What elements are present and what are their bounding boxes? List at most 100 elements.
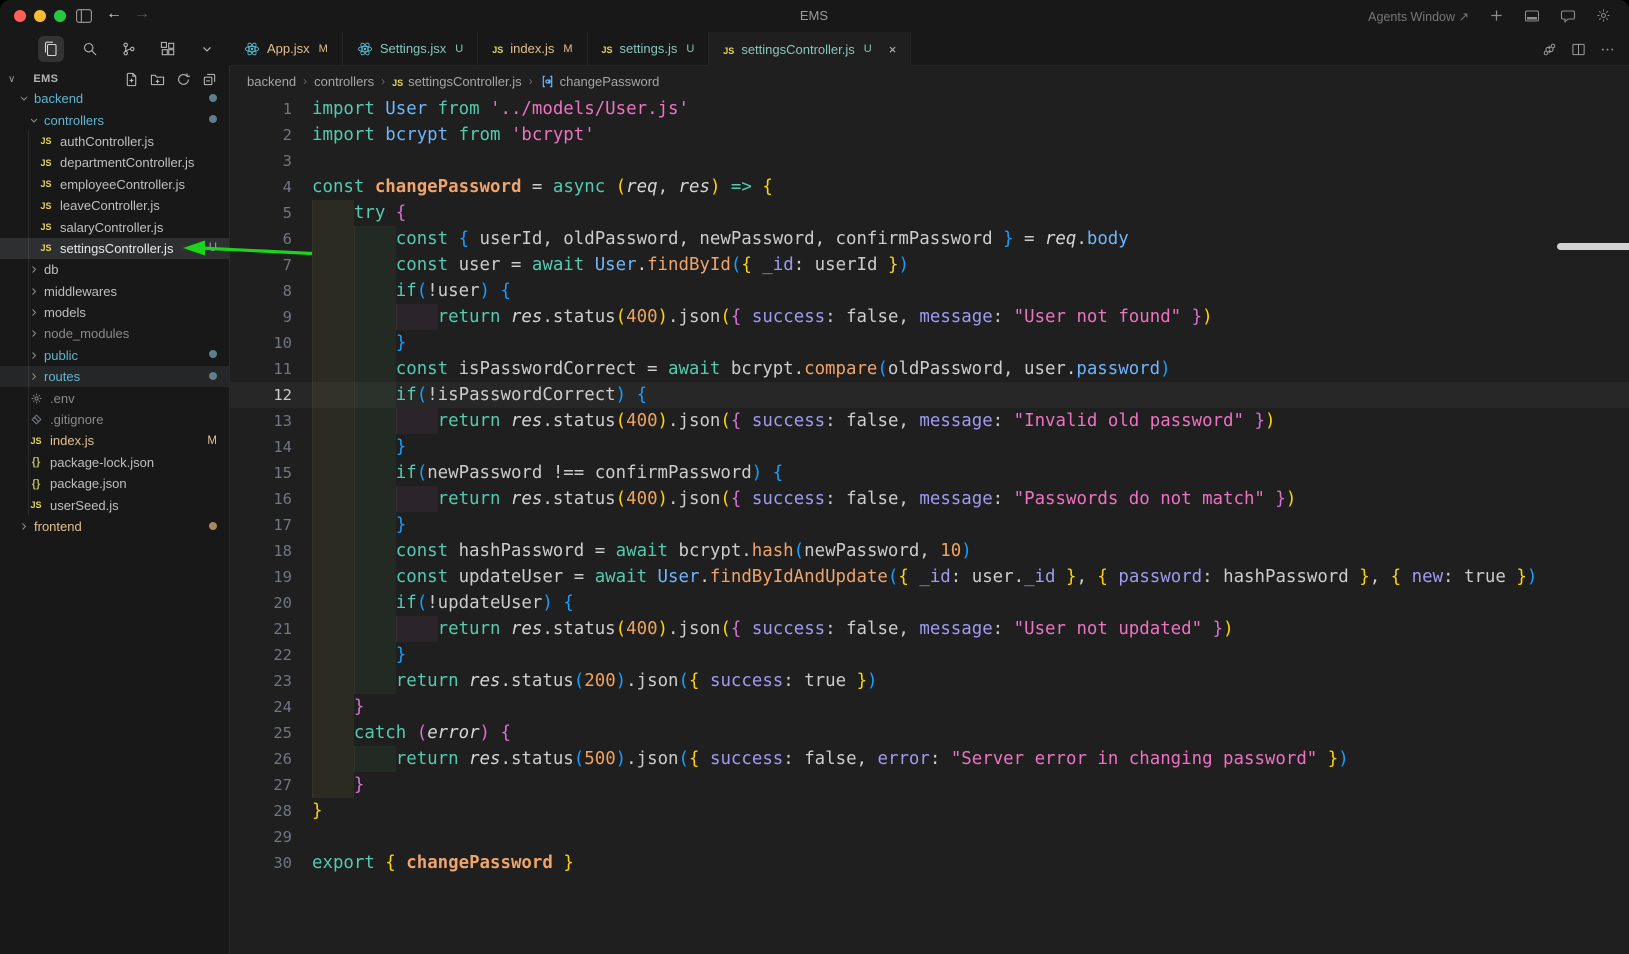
tree-item-middlewares[interactable]: middlewares	[0, 281, 229, 302]
indent-guide	[353, 512, 396, 538]
tree-item-frontend[interactable]: frontend	[0, 516, 229, 537]
code-line-content: if(!updateUser) {	[312, 590, 574, 616]
tree-item-.env[interactable]: .env	[0, 387, 229, 408]
breadcrumb-separator: ›	[303, 74, 308, 88]
tree-item-routes[interactable]: routes	[0, 366, 229, 388]
back-arrow[interactable]: ←	[106, 5, 122, 23]
breadcrumb-item-settingsController.js[interactable]: JS settingsController.js	[392, 74, 521, 89]
split-editor-icon[interactable]	[1571, 42, 1586, 57]
explorer-icon[interactable]	[38, 36, 64, 62]
chat-icon[interactable]	[1560, 8, 1576, 24]
indent-guide	[353, 642, 396, 668]
tree-item-leaveController.js[interactable]: JS leaveController.js	[0, 195, 229, 216]
code-line[interactable]: 9 return res.status(400).json({ success: …	[230, 304, 1629, 330]
zoom-button[interactable]	[54, 10, 66, 22]
search-icon[interactable]	[77, 36, 103, 62]
panel-bottom-icon[interactable]	[1524, 8, 1540, 24]
tree-item-label: leaveController.js	[60, 198, 160, 214]
code-line[interactable]: 2 import bcrypt from 'bcrypt'	[230, 122, 1629, 148]
close-icon[interactable]: ×	[889, 42, 897, 57]
open-changes-icon[interactable]	[1542, 42, 1557, 57]
code-line[interactable]: 4 const changePassword = async (req, res)…	[230, 174, 1629, 200]
code-line[interactable]: 21 return res.status(400).json({ success:…	[230, 616, 1629, 642]
new-file-icon[interactable]	[124, 72, 139, 87]
code-line[interactable]: 16 return res.status(400).json({ success:…	[230, 486, 1629, 512]
extensions-icon[interactable]	[155, 36, 181, 62]
tree-item-employeeController.js[interactable]: JS employeeController.js	[0, 174, 229, 195]
new-folder-icon[interactable]	[150, 72, 165, 87]
code-line[interactable]: 17}	[230, 512, 1629, 538]
code-line[interactable]: 11 const isPasswordCorrect = await bcrypt…	[230, 356, 1629, 382]
minimize-button[interactable]	[34, 10, 46, 22]
code-line[interactable]: 1 import User from '../models/User.js'	[230, 96, 1629, 122]
tab-App.jsx[interactable]: App.jsx M	[230, 32, 343, 65]
code-line[interactable]: 27}	[230, 772, 1629, 798]
code-line-content: if(!user) {	[312, 278, 511, 304]
code-line[interactable]: 28}	[230, 798, 1629, 824]
tab-Settings.jsx[interactable]: Settings.jsx U	[342, 32, 479, 65]
source-control-icon[interactable]	[116, 36, 142, 62]
code-line[interactable]: 5 try {	[230, 200, 1629, 226]
tab-git-badge: M	[318, 42, 328, 55]
tab-label: App.jsx	[267, 41, 310, 56]
gear-icon[interactable]	[1596, 8, 1611, 24]
code-line[interactable]: 18 const hashPassword = await bcrypt.hash…	[230, 538, 1629, 564]
layout-sidebar-icon[interactable]	[76, 9, 92, 23]
plus-icon[interactable]	[1489, 8, 1504, 24]
tree-item-backend[interactable]: backend	[0, 88, 229, 109]
code-line[interactable]: 14}	[230, 434, 1629, 460]
breadcrumb-item-backend[interactable]: backend	[247, 74, 296, 89]
line-number: 1	[282, 100, 292, 118]
code-line[interactable]: 24}	[230, 694, 1629, 720]
code-area[interactable]: 1 import User from '../models/User.js' 2 im…	[230, 96, 1629, 876]
breadcrumb-item-changePassword[interactable]: changePassword	[540, 74, 659, 89]
tree-item-userSeed.js[interactable]: JS userSeed.js	[0, 494, 229, 515]
tree-item-settingsController.js[interactable]: JS settingsController.js U	[0, 237, 229, 260]
close-button[interactable]	[14, 10, 26, 22]
code-line[interactable]: 8 if(!user) {	[230, 278, 1629, 304]
code-line[interactable]: 20 if(!updateUser) {	[230, 590, 1629, 616]
code-line[interactable]: 29	[230, 824, 1629, 850]
tree-item-salaryController.js[interactable]: JS salaryController.js	[0, 216, 229, 237]
agents-window-label[interactable]: Agents Window ↗	[1368, 9, 1469, 24]
code-line[interactable]: 25 catch (error) {	[230, 720, 1629, 746]
code-line[interactable]: 3	[230, 148, 1629, 174]
indent-guide	[312, 278, 354, 304]
code-line[interactable]: 7 const user = await User.findById({ _id:…	[230, 252, 1629, 278]
code-line[interactable]: 19 const updateUser = await User.findById…	[230, 564, 1629, 590]
tree-item-controllers[interactable]: controllers	[0, 109, 229, 130]
tree-item-label: backend	[34, 91, 84, 107]
tree-item-models[interactable]: models	[0, 302, 229, 323]
tree-item-db[interactable]: db	[0, 259, 229, 280]
git-change-dot	[209, 349, 217, 361]
collapse-all-icon[interactable]	[202, 72, 217, 87]
tree-item-package.json[interactable]: {} package.json	[0, 473, 229, 494]
tree-item-index.js[interactable]: JS index.js M	[0, 430, 229, 451]
tree-item-departmentController.js[interactable]: JS departmentController.js	[0, 152, 229, 173]
code-line[interactable]: 23 return res.status(200).json({ success:…	[230, 668, 1629, 694]
code-line[interactable]: 6 const { userId, oldPassword, newPasswor…	[230, 226, 1629, 252]
code-line[interactable]: 15 if(newPassword !== confirmPassword) {	[230, 460, 1629, 486]
tree-item-package-lock.json[interactable]: {} package-lock.json	[0, 452, 229, 473]
tab-settings.js[interactable]: JS settings.js U	[587, 32, 710, 65]
chevron-down-icon[interactable]	[194, 36, 220, 62]
more-icon[interactable]	[1600, 42, 1615, 57]
code-line[interactable]: 10}	[230, 330, 1629, 356]
tree-item-.gitignore[interactable]: .gitignore	[0, 409, 229, 430]
tab-index.js[interactable]: JS index.js M	[478, 32, 588, 65]
tab-settingsController.js[interactable]: JS settingsController.js U ×	[709, 32, 912, 66]
explorer-header[interactable]: ∨ EMS	[0, 68, 229, 90]
code-line[interactable]: 13 return res.status(400).json({ success:…	[230, 408, 1629, 434]
tree-item-authController.js[interactable]: JS authController.js	[0, 131, 229, 152]
indent-guide	[395, 486, 438, 512]
code-line[interactable]: 12 if(!isPasswordCorrect) {	[230, 382, 1629, 408]
scrollbar-marker[interactable]	[1557, 243, 1629, 250]
refresh-icon[interactable]	[176, 72, 191, 87]
forward-arrow[interactable]: →	[134, 5, 150, 23]
tree-item-public[interactable]: public	[0, 345, 229, 366]
breadcrumb-item-controllers[interactable]: controllers	[314, 74, 374, 89]
tree-item-node_modules[interactable]: node_modules	[0, 323, 229, 344]
code-line[interactable]: 22}	[230, 642, 1629, 668]
code-line[interactable]: 30 export { changePassword }	[230, 850, 1629, 876]
code-line[interactable]: 26 return res.status(500).json({ success:…	[230, 746, 1629, 772]
